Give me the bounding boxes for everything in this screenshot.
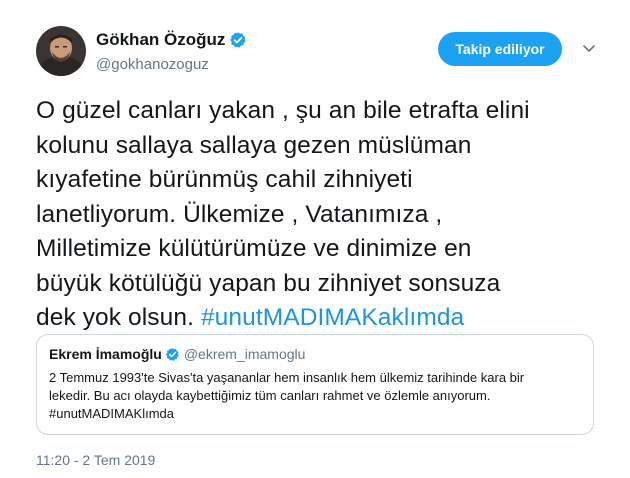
verified-badge-icon bbox=[230, 32, 246, 48]
author-handle[interactable]: @gokhanozoguz bbox=[96, 56, 209, 73]
author-name[interactable]: Gökhan Özoğuz bbox=[96, 30, 225, 50]
following-button[interactable]: Takip ediliyor bbox=[438, 32, 562, 66]
quoted-text-line: #unutMADIMAKlımda bbox=[49, 406, 174, 421]
hashtag-link[interactable]: #unutMADIMAKaklımda bbox=[201, 304, 464, 331]
quoted-tweet-text: 2 Temmuz 1993'te Sivas'ta yaşananlar hem… bbox=[49, 369, 579, 423]
tweet-text-line: dek yok olsun. bbox=[36, 304, 201, 331]
avatar[interactable] bbox=[36, 26, 86, 76]
tweet-text-line: kıyafetine bürünmüş cahil zihniyeti bbox=[36, 166, 413, 193]
quoted-author-name: Ekrem İmamoğlu bbox=[49, 346, 162, 362]
tweet-text-last-line: dek yok olsun. #unutMADIMAKaklımda bbox=[36, 301, 596, 336]
tweet-text-line: kolunu sallaya sallaya gezen müslüman bbox=[36, 131, 472, 159]
quoted-tweet-header: Ekrem İmamoğlu @ekrem_imamoglu bbox=[49, 346, 305, 362]
chevron-down-icon[interactable] bbox=[581, 40, 597, 56]
tweet-header: Gökhan Özoğuz @gokhanozoguz Takip ediliy… bbox=[36, 26, 606, 78]
tweet-card: Gökhan Özoğuz @gokhanozoguz Takip ediliy… bbox=[0, 0, 630, 478]
tweet-timestamp[interactable]: 11:20 - 2 Tem 2019 bbox=[36, 452, 155, 468]
quoted-text-line: lekedir. Bu acı olayda kaybettiğimiz tüm… bbox=[49, 388, 491, 403]
tweet-text-line: lanetliyorum. Ülkemize , Vatanımıza , bbox=[36, 200, 443, 228]
tweet-text-line: büyük kötülüğü yapan bu zihniyet sonsuza bbox=[36, 269, 501, 297]
quoted-tweet[interactable]: Ekrem İmamoğlu @ekrem_imamoglu 2 Temmuz … bbox=[36, 334, 594, 435]
quoted-text-line: 2 Temmuz 1993'te Sivas'ta yaşananlar hem… bbox=[49, 370, 525, 385]
tweet-text-line: Milletimize külütürümüze ve dinimize en bbox=[36, 235, 472, 262]
tweet-text-line: O güzel canları yakan , şu an bile etraf… bbox=[36, 97, 530, 124]
verified-badge-icon bbox=[165, 347, 179, 361]
author-name-row: Gökhan Özoğuz bbox=[96, 30, 247, 50]
quoted-author-handle: @ekrem_imamoglu bbox=[183, 346, 306, 362]
tweet-text: O güzel canları yakan , şu an bile etraf… bbox=[36, 94, 596, 336]
